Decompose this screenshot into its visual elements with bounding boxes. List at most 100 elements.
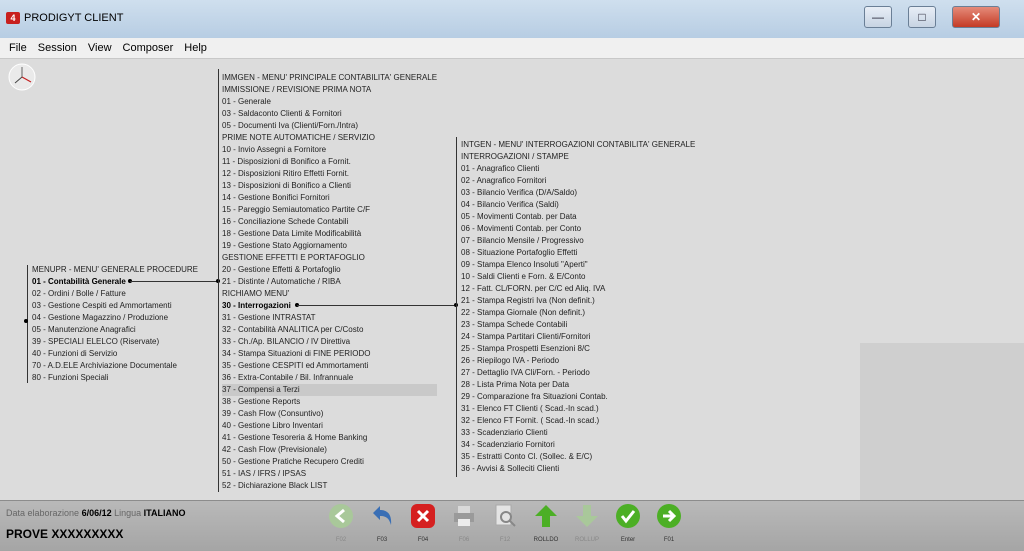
minimize-button[interactable]: —	[864, 6, 892, 28]
intgen-line-21[interactable]: 29 - Comparazione fra Situazioni Contab.	[461, 391, 695, 403]
intgen-line-4[interactable]: 03 - Bilancio Verifica (D/A/Saldo)	[461, 187, 695, 199]
immgen-line-31[interactable]: 42 - Cash Flow (Previsionale)	[222, 444, 437, 456]
menu-session[interactable]: Session	[38, 42, 77, 54]
intgen-line-12[interactable]: 12 - Fatt. CL/FORN. per C/C ed Aliq. IVA	[461, 283, 695, 295]
intgen-line-18[interactable]: 26 - Riepilogo IVA - Periodo	[461, 355, 695, 367]
immgen-line-13[interactable]: 18 - Gestione Data Limite Modificabilità	[222, 228, 437, 240]
menubar: File Session View Composer Help	[0, 38, 1024, 59]
immgen-line-14[interactable]: 19 - Gestione Stato Aggiornamento	[222, 240, 437, 252]
f02-label: F02	[335, 537, 347, 543]
intgen-line-13[interactable]: 21 - Stampa Registri Iva (Non definit.)	[461, 295, 695, 307]
f06-label: F06	[458, 537, 470, 543]
menupr-item-05[interactable]: 05 - Manutenzione Anagrafici	[32, 324, 198, 336]
immgen-line-29[interactable]: 40 - Gestione Libro Inventari	[222, 420, 437, 432]
intgen-line-27[interactable]: 36 - Avvisi & Solleciti Clienti	[461, 463, 695, 475]
menupr-item-02[interactable]: 02 - Ordini / Bolle / Fatture	[32, 288, 198, 300]
magnifier-icon	[495, 504, 516, 527]
immgen-line-16[interactable]: 20 - Gestione Effetti & Portafoglio	[222, 264, 437, 276]
menu-file[interactable]: File	[9, 42, 27, 54]
intgen-line-10[interactable]: 09 - Stampa Elenco Insoluti "Aperti"	[461, 259, 695, 271]
immgen-line-11[interactable]: 15 - Pareggio Semiautomatico Partite C/F	[222, 204, 437, 216]
maximize-button[interactable]: □	[908, 6, 936, 28]
intgen-line-7[interactable]: 06 - Movimenti Contab. per Conto	[461, 223, 695, 235]
immgen-line-21[interactable]: 32 - Contabilità ANALITICA per C/Costo	[222, 324, 437, 336]
immgen-line-10[interactable]: 14 - Gestione Bonifici Fornitori	[222, 192, 437, 204]
menupr-item-03[interactable]: 03 - Gestione Cespiti ed Ammortamenti	[32, 300, 198, 312]
immgen-line-18: RICHIAMO MENU'	[222, 289, 290, 298]
f02-back-button[interactable]: F02	[326, 503, 356, 545]
arrow-down-icon	[576, 505, 598, 527]
intgen-line-14[interactable]: 22 - Stampa Giornale (Non definit.)	[461, 307, 695, 319]
forward-arrow-icon	[657, 504, 681, 528]
immgen-line-27[interactable]: 38 - Gestione Reports	[222, 396, 437, 408]
immgen-line-30[interactable]: 41 - Gestione Tesoreria & Home Banking	[222, 432, 437, 444]
immgen-line-2[interactable]: 01 - Generale	[222, 96, 437, 108]
intgen-line-19[interactable]: 27 - Dettaglio IVA Cli/Forn. - Periodo	[461, 367, 695, 379]
menupr-item-39[interactable]: 39 - SPECIALI ELELCO (Riservate)	[32, 336, 198, 348]
intgen-line-3[interactable]: 02 - Anagrafico Fornitori	[461, 175, 695, 187]
immgen-line-9[interactable]: 13 - Disposizioni di Bonifico a Clienti	[222, 180, 437, 192]
language-value: ITALIANO	[143, 508, 186, 518]
intgen-line-0: INTGEN - MENU' INTERROGAZIONI CONTABILIT…	[461, 140, 696, 149]
intgen-line-11[interactable]: 10 - Saldi Clienti e Forn. & E/Conto	[461, 271, 695, 283]
company-name: PROVE XXXXXXXXX	[6, 527, 124, 541]
rolldo-button[interactable]: ROLLDO	[531, 503, 561, 545]
immgen-line-7[interactable]: 11 - Disposizioni di Bonifico a Fornit.	[222, 156, 437, 168]
immgen-line-24[interactable]: 35 - Gestione CESPITI ed Ammortamenti	[222, 360, 437, 372]
intgen-line-22[interactable]: 31 - Elenco FT Clienti ( Scad.-In scad.)	[461, 403, 695, 415]
immgen-line-23[interactable]: 34 - Stampa Situazioni di FINE PERIODO	[222, 348, 437, 360]
intgen-line-25[interactable]: 34 - Scadenziario Fornitori	[461, 439, 695, 451]
immgen-line-22[interactable]: 33 - Ch./Ap. BILANCIO / IV Direttiva	[222, 336, 437, 348]
f01-forward-button[interactable]: F01	[654, 503, 684, 545]
intgen-line-24[interactable]: 33 - Scadenziario Clienti	[461, 427, 695, 439]
f01-label: F01	[663, 537, 675, 543]
minimize-icon: —	[872, 10, 884, 24]
immgen-line-6[interactable]: 10 - Invio Assegni a Fornitore	[222, 144, 437, 156]
immgen-line-20[interactable]: 31 - Gestione INTRASTAT	[222, 312, 437, 324]
immgen-line-25[interactable]: 36 - Extra-Contabile / Bil. Infrannuale	[222, 372, 437, 384]
intgen-line-15[interactable]: 23 - Stampa Schede Contabili	[461, 319, 695, 331]
menu-composer[interactable]: Composer	[123, 42, 174, 54]
menu-view[interactable]: View	[88, 42, 112, 54]
immgen-line-34[interactable]: 52 - Dichiarazione Black LIST	[222, 480, 437, 492]
intgen-line-5[interactable]: 04 - Bilancio Verifica (Saldi)	[461, 199, 695, 211]
menupr-item-70[interactable]: 70 - A.D.ELE Archiviazione Documentale	[32, 360, 198, 372]
rollup-button[interactable]: ROLLUP	[572, 503, 602, 545]
menupr-item-01[interactable]: 01 - Contabilità Generale	[32, 276, 198, 288]
menupr-item-40[interactable]: 40 - Funzioni di Servizio	[32, 348, 198, 360]
immgen-line-8[interactable]: 12 - Disposizioni Ritiro Effetti Fornit.	[222, 168, 437, 180]
intgen-line-2[interactable]: 01 - Anagrafico Clienti	[461, 163, 695, 175]
intgen-line-17[interactable]: 25 - Stampa Prospetti Esenzioni 8/C	[461, 343, 695, 355]
intgen-line-23[interactable]: 32 - Elenco FT Fornit. ( Scad.-In scad.)	[461, 415, 695, 427]
menupr-item-04[interactable]: 04 - Gestione Magazzino / Produzione	[32, 312, 198, 324]
intgen-line-26[interactable]: 35 - Estratti Conto Cl. (Sollec. & E/C)	[461, 451, 695, 463]
immgen-line-26[interactable]: 37 - Compensi a Terzi	[222, 384, 438, 396]
side-panel	[860, 343, 1024, 500]
f04-cancel-button[interactable]: F04	[408, 503, 438, 545]
f12-search-button[interactable]: F12	[490, 503, 520, 545]
immgen-line-4[interactable]: 05 - Documenti Iva (Clienti/Forn./Intra)	[222, 120, 437, 132]
clock-icon	[8, 63, 36, 91]
immgen-line-33[interactable]: 51 - IAS / IFRS / IPSAS	[222, 468, 437, 480]
immgen-line-17[interactable]: 21 - Distinte / Automatiche / RIBA	[222, 276, 437, 288]
intgen-line-8[interactable]: 07 - Bilancio Mensile / Progressivo	[461, 235, 695, 247]
intgen-line-6[interactable]: 05 - Movimenti Contab. per Data	[461, 211, 695, 223]
immgen-line-19[interactable]: 30 - Interrogazioni	[222, 300, 437, 312]
intgen-line-9[interactable]: 08 - Situazione Portafoglio Effetti	[461, 247, 695, 259]
menu-help[interactable]: Help	[184, 42, 207, 54]
immgen-line-32[interactable]: 50 - Gestione Pratiche Recupero Crediti	[222, 456, 437, 468]
immgen-line-28[interactable]: 39 - Cash Flow (Consuntivo)	[222, 408, 437, 420]
intgen-line-16[interactable]: 24 - Stampa Partitari Clienti/Fornitori	[461, 331, 695, 343]
intgen-line-20[interactable]: 28 - Lista Prima Nota per Data	[461, 379, 695, 391]
language-label: Lingua	[114, 508, 142, 518]
immgen-line-15: GESTIONE EFFETTI E PORTAFOGLIO	[222, 253, 365, 262]
menupr-item-80[interactable]: 80 - Funzioni Speciali	[32, 372, 198, 384]
close-icon: ✕	[970, 10, 982, 24]
undo-arrow-icon	[373, 506, 392, 525]
f06-print-button[interactable]: F06	[449, 503, 479, 545]
f03-undo-button[interactable]: F03	[367, 503, 397, 545]
enter-button[interactable]: Enter	[613, 503, 643, 545]
immgen-line-12[interactable]: 16 - Conciliazione Schede Contabili	[222, 216, 437, 228]
close-button[interactable]: ✕	[952, 6, 1000, 28]
immgen-line-3[interactable]: 03 - Saldaconto Clienti & Fornitori	[222, 108, 437, 120]
